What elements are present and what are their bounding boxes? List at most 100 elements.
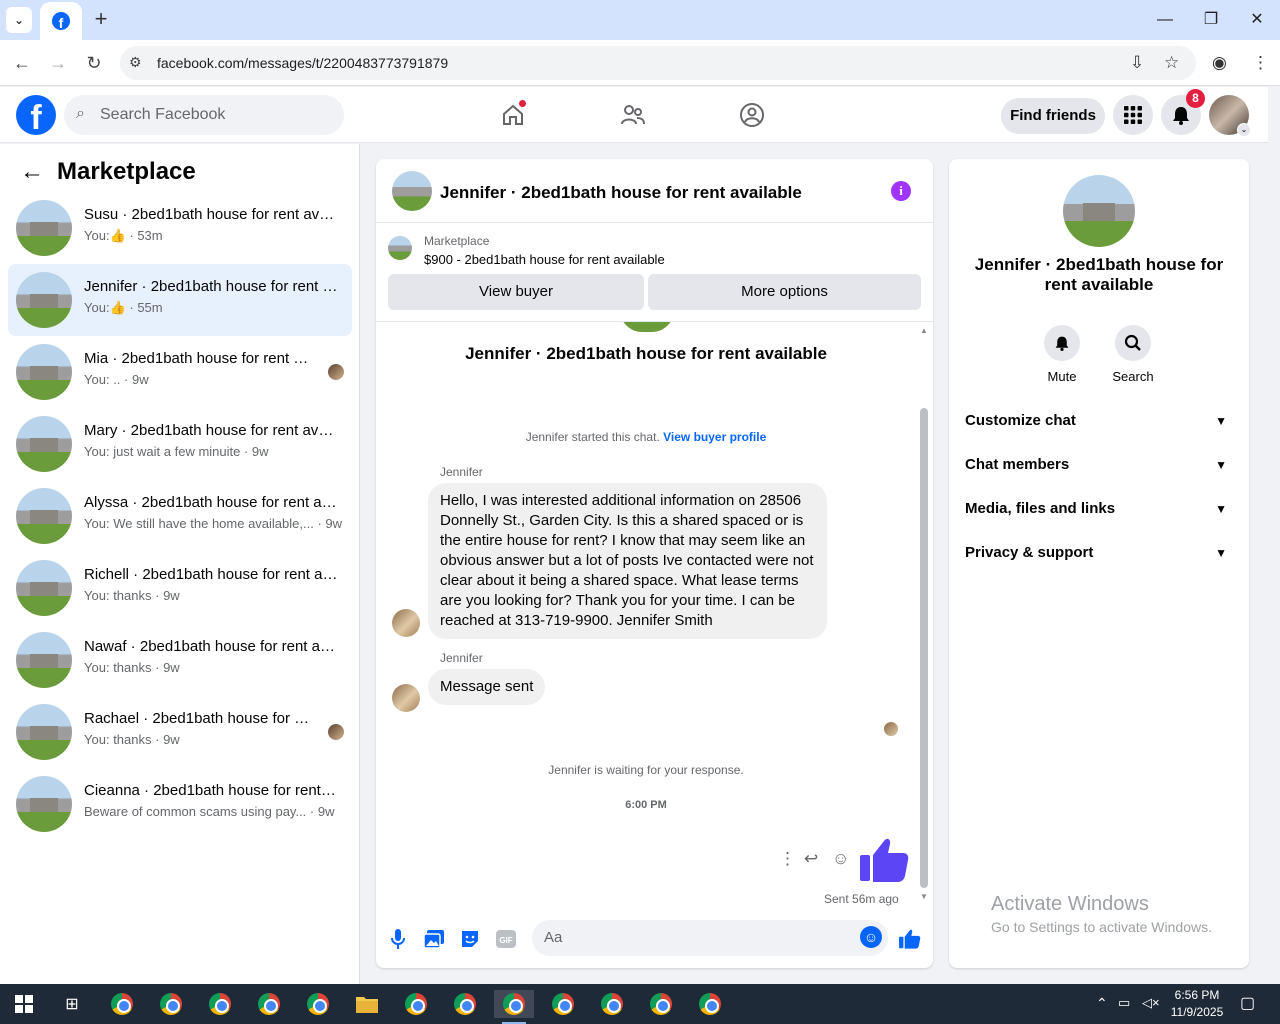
incoming-message-bubble[interactable]: Hello, I was interested additional infor… bbox=[428, 483, 827, 639]
scroll-up-arrow-icon[interactable]: ▲ bbox=[920, 326, 928, 335]
mute-button[interactable]: Mute bbox=[1032, 325, 1092, 384]
large-like-thumb-icon[interactable] bbox=[860, 835, 910, 885]
chrome-taskbar-icon-active[interactable] bbox=[494, 990, 534, 1024]
conversation-item[interactable]: Mia · 2bed1bath house for rent available… bbox=[8, 336, 352, 408]
windows-start-icon[interactable] bbox=[4, 990, 44, 1018]
task-view-icon[interactable]: ⊞ bbox=[52, 990, 92, 1018]
listing-thumbnail[interactable] bbox=[392, 171, 432, 211]
conversation-item[interactable]: Nawaf · 2bed1bath house for rent availab… bbox=[8, 624, 352, 696]
url-text[interactable]: facebook.com/messages/t/2200483773791879 bbox=[157, 55, 448, 71]
conversation-item[interactable]: Richell · 2bed1bath house for rent avail… bbox=[8, 552, 352, 624]
reply-icon[interactable]: ↩ bbox=[804, 849, 818, 869]
back-arrow-icon[interactable]: ← bbox=[20, 158, 44, 186]
bookmark-star-icon[interactable]: ☆ bbox=[1164, 53, 1179, 73]
tray-chevron-up-icon[interactable]: ⌃ bbox=[1096, 995, 1108, 1012]
forward-arrow-icon[interactable]: → bbox=[45, 50, 71, 76]
sender-avatar[interactable] bbox=[392, 609, 420, 637]
site-info-icon[interactable]: ⚙ bbox=[129, 54, 142, 71]
send-like-thumb-icon[interactable] bbox=[898, 927, 922, 951]
marketplace-conversation-list: ← Marketplace Susu · 2bed1bath house for… bbox=[0, 144, 360, 984]
listing-title[interactable]: $900 - 2bed1bath house for rent availabl… bbox=[424, 252, 665, 267]
react-emoji-icon[interactable]: ☺ bbox=[832, 849, 849, 869]
conversation-name: Susu · 2bed1bath house for rent availabl… bbox=[84, 206, 338, 223]
close-window-button[interactable]: ✕ bbox=[1242, 6, 1272, 34]
listing-thumbnail bbox=[388, 236, 412, 260]
chat-title[interactable]: Jennifer · 2bed1bath house for rent avai… bbox=[440, 183, 802, 203]
emoji-picker-icon[interactable]: ☺ bbox=[860, 926, 882, 948]
new-tab-button[interactable]: + bbox=[88, 6, 114, 32]
photo-icon[interactable] bbox=[422, 927, 446, 951]
chrome-taskbar-icon[interactable] bbox=[641, 990, 681, 1018]
sender-avatar[interactable] bbox=[392, 684, 420, 712]
file-explorer-icon[interactable] bbox=[347, 990, 387, 1018]
more-actions-icon[interactable]: ⋮ bbox=[779, 849, 796, 869]
chrome-taskbar-icon[interactable] bbox=[298, 990, 338, 1018]
conversation-item[interactable]: Mary · 2bed1bath house for rent availabl… bbox=[8, 408, 352, 480]
sticker-icon[interactable] bbox=[458, 927, 482, 951]
view-buyer-profile-link[interactable]: View buyer profile bbox=[663, 430, 766, 444]
volume-muted-icon[interactable]: ◁× bbox=[1142, 995, 1160, 1011]
chrome-taskbar-icon[interactable] bbox=[690, 990, 730, 1018]
back-arrow-icon[interactable]: ← bbox=[9, 50, 35, 76]
chrome-taskbar-icon[interactable] bbox=[249, 990, 289, 1018]
facebook-search-input[interactable]: ⌕ Search Facebook bbox=[64, 95, 344, 135]
thread-scrollbar[interactable]: ▲ ▼ bbox=[919, 322, 929, 902]
tab-search-dropdown-icon[interactable]: ⌄ bbox=[6, 7, 32, 33]
message-composer: GIF Aa ☺ bbox=[376, 919, 933, 968]
privacy-support-row[interactable]: Privacy & support ▼ bbox=[965, 531, 1233, 575]
chat-panel: Jennifer · 2bed1bath house for rent avai… bbox=[376, 159, 933, 968]
chat-members-row[interactable]: Chat members ▼ bbox=[965, 443, 1233, 487]
install-app-icon[interactable]: ⇩ bbox=[1130, 53, 1144, 73]
incoming-message-bubble[interactable]: Message sent bbox=[428, 669, 546, 705]
chrome-taskbar-icon[interactable] bbox=[396, 990, 436, 1018]
groups-nav-icon[interactable] bbox=[732, 97, 772, 133]
message-thread[interactable]: Jennifer · 2bed1bath house for rent avai… bbox=[376, 322, 933, 922]
search-in-chat-button[interactable]: Search bbox=[1103, 325, 1163, 384]
browser-tab-facebook[interactable]: f bbox=[40, 2, 82, 40]
search-icon bbox=[1115, 325, 1151, 361]
conversation-snippet: You: thanks · 9w bbox=[84, 732, 180, 747]
notifications-bell-icon[interactable]: 8 bbox=[1161, 89, 1205, 135]
media-files-links-row[interactable]: Media, files and links ▼ bbox=[965, 487, 1233, 531]
conversation-item-selected[interactable]: Jennifer · 2bed1bath house for rent avai… bbox=[8, 264, 352, 336]
address-bar[interactable]: ⚙ facebook.com/messages/t/22004837737918… bbox=[120, 46, 1196, 80]
conversation-item[interactable]: Susu · 2bed1bath house for rent availabl… bbox=[8, 192, 352, 264]
conversation-item[interactable]: Rachael · 2bed1bath house for rent avail… bbox=[8, 696, 352, 768]
bell-icon bbox=[1044, 325, 1080, 361]
scroll-down-arrow-icon[interactable]: ▼ bbox=[920, 892, 928, 901]
message-input[interactable]: Aa ☺ bbox=[532, 920, 888, 956]
chrome-taskbar-icon[interactable] bbox=[543, 990, 583, 1018]
listing-thumbnail[interactable] bbox=[1063, 175, 1135, 247]
minimize-button[interactable]: — bbox=[1150, 6, 1180, 34]
chrome-taskbar-icon[interactable] bbox=[102, 990, 142, 1018]
home-nav-icon[interactable] bbox=[493, 97, 533, 133]
facebook-logo[interactable]: f bbox=[16, 95, 56, 135]
account-avatar[interactable]: ⌄ bbox=[1209, 95, 1251, 137]
action-center-icon[interactable]: ▢ bbox=[1240, 993, 1255, 1013]
customize-chat-row[interactable]: Customize chat ▼ bbox=[965, 399, 1233, 443]
microphone-icon[interactable] bbox=[386, 927, 410, 951]
conversation-item[interactable]: Alyssa · 2bed1bath house for rent availa… bbox=[8, 480, 352, 552]
chrome-taskbar-icon[interactable] bbox=[592, 990, 632, 1018]
browser-menu-icon[interactable]: ⋮ bbox=[1252, 53, 1269, 73]
chrome-taskbar-icon[interactable] bbox=[151, 990, 191, 1018]
reload-icon[interactable]: ↻ bbox=[81, 50, 107, 76]
profile-icon[interactable]: ◉ bbox=[1212, 53, 1227, 73]
view-buyer-button[interactable]: View buyer bbox=[388, 274, 644, 310]
scrollbar-thumb[interactable] bbox=[920, 408, 928, 888]
network-icon[interactable]: ▭ bbox=[1118, 995, 1130, 1011]
friends-nav-icon[interactable] bbox=[613, 97, 653, 133]
page-scrollbar[interactable] bbox=[1268, 87, 1280, 984]
chrome-taskbar-icon[interactable] bbox=[200, 990, 240, 1018]
clock-time[interactable]: 6:56 PM bbox=[1172, 988, 1222, 1002]
menu-grid-icon[interactable] bbox=[1113, 95, 1153, 135]
more-options-button[interactable]: More options bbox=[648, 274, 921, 310]
clock-date[interactable]: 11/9/2025 bbox=[1168, 1005, 1226, 1019]
info-icon[interactable]: i bbox=[891, 181, 911, 201]
svg-text:GIF: GIF bbox=[499, 936, 512, 945]
restore-button[interactable]: ❐ bbox=[1196, 6, 1226, 34]
chrome-taskbar-icon[interactable] bbox=[445, 990, 485, 1018]
find-friends-button[interactable]: Find friends bbox=[1001, 98, 1105, 134]
gif-icon[interactable]: GIF bbox=[494, 927, 518, 951]
conversation-item[interactable]: Cieanna · 2bed1bath house for rent avail… bbox=[8, 768, 352, 840]
